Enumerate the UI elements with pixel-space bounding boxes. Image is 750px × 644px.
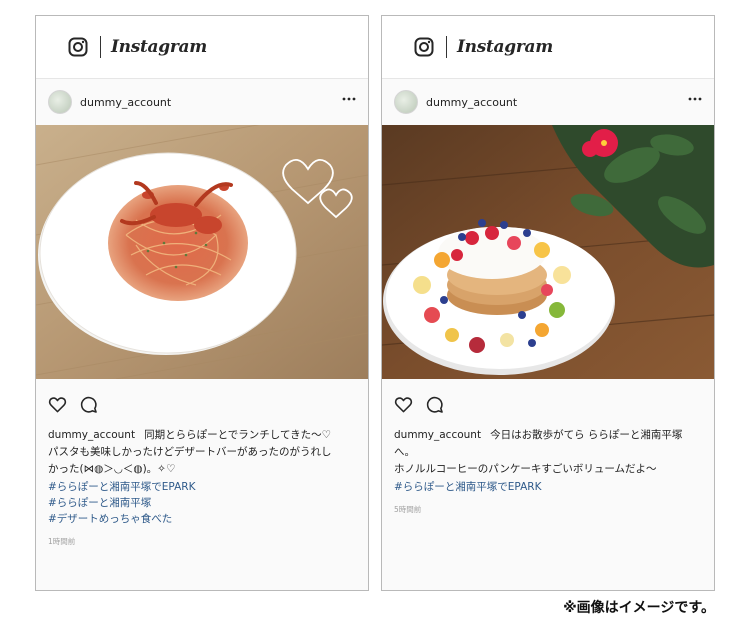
- post-caption: dummy_account 今日はお散歩がてら ららぽーと湘南平塚へ。 ホノルルコ…: [382, 427, 714, 478]
- hashtag-link[interactable]: #ららぽーと湘南平塚: [48, 495, 356, 511]
- image-disclaimer-note: ※画像はイメージです。: [563, 600, 715, 616]
- instagram-post-card-1: Instagram dummy_account dummy_account 同期…: [35, 15, 369, 591]
- header-divider: [446, 36, 447, 58]
- post-actions: [36, 379, 368, 429]
- instagram-post-card-2: Instagram dummy_account dummy_account 今日…: [381, 15, 715, 591]
- more-options-icon[interactable]: [688, 96, 702, 102]
- caption-username[interactable]: dummy_account: [394, 429, 481, 441]
- post-caption: dummy_account 同期とららぽーとでランチしてきた～♡ パスタも美味しか…: [36, 427, 368, 478]
- hashtag-list: #ららぽーと湘南平塚でEPARK: [382, 479, 714, 495]
- heart-icon[interactable]: [48, 395, 67, 414]
- instagram-wordmark[interactable]: Instagram: [457, 37, 553, 57]
- instagram-header: Instagram: [36, 16, 368, 79]
- instagram-header: Instagram: [382, 16, 714, 79]
- instagram-camera-icon[interactable]: [414, 37, 434, 57]
- avatar[interactable]: [48, 90, 72, 114]
- hashtag-link[interactable]: #ららぽーと湘南平塚でEPARK: [394, 479, 702, 495]
- caption-line: パスタも美味しかったけどデザートバーがあったのがうれし: [48, 446, 332, 458]
- post-username[interactable]: dummy_account: [426, 96, 517, 109]
- comment-icon[interactable]: [79, 395, 98, 414]
- hashtag-link[interactable]: #ららぽーと湘南平塚でEPARK: [48, 479, 356, 495]
- caption-line: かった(⋈◍＞◡＜◍)。✧♡: [48, 463, 176, 475]
- comment-icon[interactable]: [425, 395, 444, 414]
- post-timestamp: 5時間前: [394, 505, 422, 514]
- post-photo-pasta[interactable]: [36, 125, 368, 379]
- heart-icon[interactable]: [394, 395, 413, 414]
- hashtag-list: #ららぽーと湘南平塚でEPARK #ららぽーと湘南平塚 #デザートめっちゃ食べた: [36, 479, 368, 527]
- caption-line: ホノルルコーヒーのパンケーキすごいボリュームだよ～: [394, 463, 657, 475]
- header-divider: [100, 36, 101, 58]
- post-photo-pancake[interactable]: [382, 125, 714, 379]
- avatar[interactable]: [394, 90, 418, 114]
- caption-username[interactable]: dummy_account: [48, 429, 135, 441]
- more-options-icon[interactable]: [342, 96, 356, 102]
- post-user-row: dummy_account: [36, 79, 368, 125]
- post-username[interactable]: dummy_account: [80, 96, 171, 109]
- caption-line: 同期とららぽーとでランチしてきた～♡: [144, 429, 332, 441]
- post-user-row: dummy_account: [382, 79, 714, 125]
- instagram-wordmark[interactable]: Instagram: [111, 37, 207, 57]
- post-timestamp: 1時間前: [48, 537, 76, 546]
- instagram-camera-icon[interactable]: [68, 37, 88, 57]
- post-actions: [382, 379, 714, 429]
- hashtag-link[interactable]: #デザートめっちゃ食べた: [48, 511, 356, 527]
